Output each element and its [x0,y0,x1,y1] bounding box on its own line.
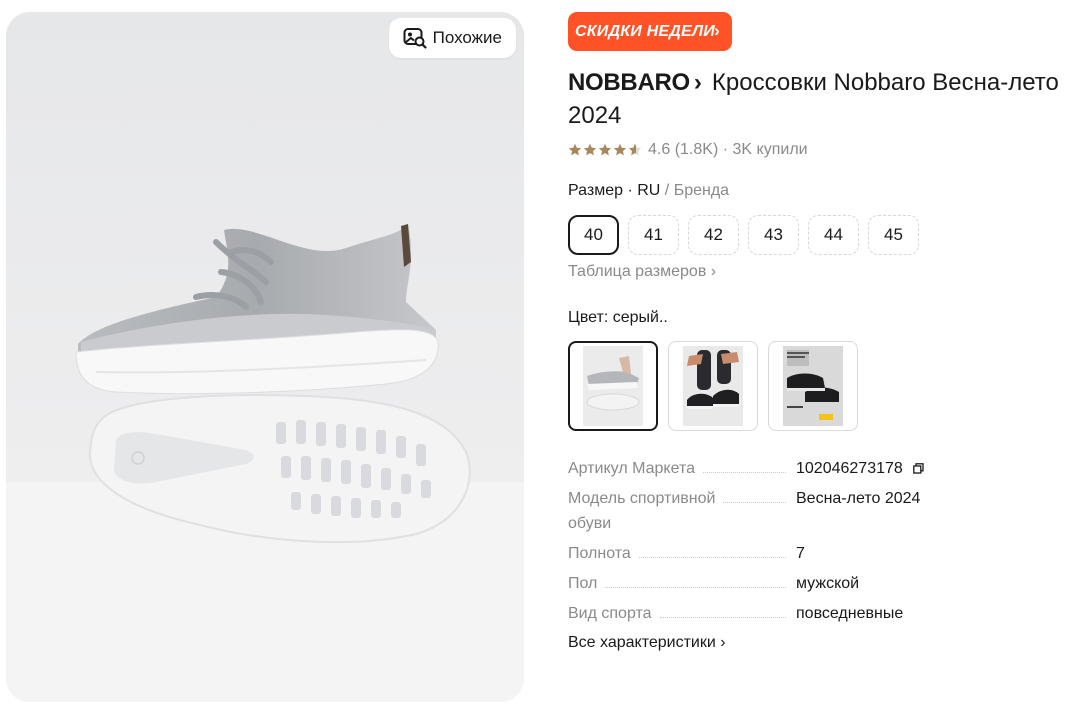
star-icon [598,143,612,156]
spec-value-text: повседневные [796,605,904,622]
sneakers-photo [6,12,524,702]
spec-key: Полнота [568,541,631,566]
color-options [568,341,858,431]
star-icon [628,143,642,156]
color-swatch-black-box[interactable] [768,341,858,431]
spec-key-line: Пол [568,575,598,592]
weekly-discounts-label: СКИДКИ НЕДЕЛИ [575,22,715,40]
spec-leader-dots [638,557,786,558]
separator-dot: · [722,141,729,158]
size-system-slash: / [664,182,670,199]
spec-row: Модель спортивной обуви Весна-лето 2024 [568,486,1088,541]
copy-icon[interactable] [912,463,924,474]
size-table-link[interactable]: Таблица размеров › [568,263,716,281]
black-sneakers-box-thumbnail-icon [783,346,843,426]
weekly-discounts-badge[interactable]: СКИДКИ НЕДЕЛИ › [568,12,732,51]
spec-leader-dots [605,587,786,588]
product-title: NOBBARO › Кроссовки Nobbaro Весна-лето 202… [568,66,1088,132]
spec-value-text: 102046273178 [796,460,903,477]
bought-count: 3K купили [732,141,808,158]
size-system-brand[interactable]: Бренда [674,182,729,199]
brand-link[interactable]: NOBBARO [568,69,690,96]
similar-products-button[interactable]: Похожие [388,18,516,58]
spec-value: Весна-лето 2024 [796,486,920,511]
spec-row: Полнота 7 [568,541,1088,571]
spec-value-text: 7 [796,545,805,562]
black-sneakers-on-feet-thumbnail-icon [683,346,743,426]
size-option-42[interactable]: 42 [688,215,739,255]
image-search-icon [403,28,427,49]
spec-leader-dots [659,617,786,618]
color-label: Цвет: серый.. [568,309,668,326]
chevron-right-icon: › [714,21,720,40]
color-swatch-black-on-feet[interactable] [668,341,758,431]
size-system-ru[interactable]: RU [637,182,660,199]
spec-key: Вид спорта [568,601,652,626]
rating-stars [568,143,642,157]
spec-row: Вид спорта повседневные [568,601,1088,631]
size-option-43[interactable]: 43 [748,215,799,255]
size-option-45[interactable]: 45 [868,215,919,255]
spec-key: Артикул Маркета [568,456,695,481]
product-image[interactable]: Похожие [6,12,524,702]
separator-dot: · [627,182,633,199]
spec-key-line: Артикул Маркета [568,460,695,477]
size-label: Размер [568,182,623,199]
chevron-right-icon: › [693,69,702,96]
spec-leader-dots [723,502,786,503]
spec-value-text: мужской [796,575,860,592]
spec-value: мужской [796,571,859,596]
all-specifications-link[interactable]: Все характеристики › [568,634,726,652]
star-icon [613,143,627,156]
size-option-41[interactable]: 41 [628,215,679,255]
spec-value: повседневные [796,601,903,626]
rating-row[interactable]: 4.6 (1.8K) · 3K купили [568,140,808,160]
spec-key: Модель спортивной обуви [568,486,716,536]
spec-leader-dots [703,472,786,473]
spec-row: Пол мужской [568,571,1088,601]
size-system-selector: Размер · RU / Бренда [568,182,729,200]
grey-sneakers-thumbnail-icon [583,346,643,426]
reviews-count: (1.8K) [674,141,719,158]
star-icon [583,143,597,156]
spec-key-line: Модель спортивной [568,490,716,507]
spec-row: Артикул Маркета 102046273178 [568,456,1088,486]
spec-key: Пол [568,571,598,596]
color-swatch-grey[interactable] [568,341,658,431]
spec-value: 102046273178 [796,456,924,481]
spec-key-line: Полнота [568,545,631,562]
size-option-40[interactable]: 40 [568,215,619,255]
size-options: 40 41 42 43 44 45 [568,215,919,255]
spec-value-text: Весна-лето 2024 [796,490,921,507]
size-option-44[interactable]: 44 [808,215,859,255]
spec-key-line: обуви [568,515,612,532]
spec-key-line: Вид спорта [568,605,652,622]
similar-products-label: Похожие [432,28,502,47]
specifications-list: Артикул Маркета 102046273178 Модель спорти… [568,456,1088,631]
spec-value: 7 [796,541,805,566]
star-icon [568,143,582,156]
rating-score: 4.6 [648,141,671,158]
